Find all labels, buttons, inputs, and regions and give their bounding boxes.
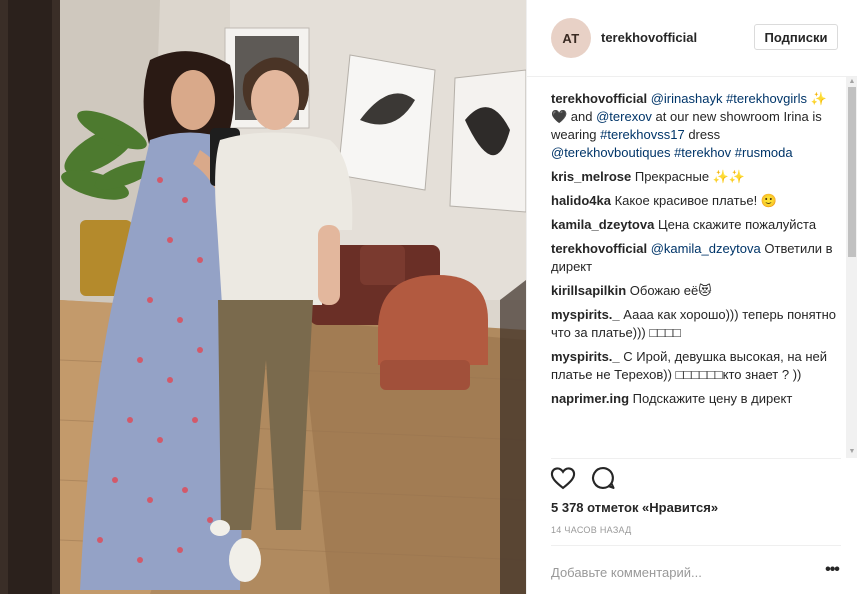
caption: terekhovofficial @irinashayk #terekhovgi… — [551, 90, 841, 162]
comment-text: Прекрасные ✨✨ — [634, 169, 746, 184]
caption-username[interactable]: terekhovofficial — [551, 91, 647, 106]
comment-item: myspirits._ Аааа как хорошо))) теперь по… — [551, 306, 841, 342]
add-comment-input[interactable]: Добавьте комментарий... — [551, 565, 702, 580]
post-photo[interactable] — [0, 0, 526, 594]
mention-link[interactable]: @terekhovboutiques — [551, 145, 670, 160]
mention-link[interactable]: @kamila_dzeytova — [651, 241, 761, 256]
comment-username[interactable]: kirillsapilkin — [551, 283, 626, 298]
scroll-down-icon[interactable]: ▼ — [848, 448, 856, 456]
comment-item: terekhovofficial @kamila_dzeytova Ответи… — [551, 240, 841, 276]
likes-count[interactable]: 5 378 отметок «Нравится» — [551, 500, 718, 515]
mention-link[interactable]: @terexov — [596, 109, 652, 124]
comment-username[interactable]: kamila_dzeytova — [551, 217, 654, 232]
caption-text: dress — [684, 127, 721, 142]
comment-icon[interactable] — [589, 464, 617, 492]
comment-item: halido4ka Какое красивое платье! 🙂 — [551, 192, 841, 210]
comment-username[interactable]: myspirits._ — [551, 307, 620, 322]
heart-icon[interactable] — [549, 464, 577, 492]
divider — [551, 458, 841, 459]
hashtag-link[interactable]: #rusmoda — [735, 145, 793, 160]
caption-text: and — [567, 109, 597, 124]
photo-scene — [0, 0, 526, 594]
comment-username[interactable]: terekhovofficial — [551, 241, 647, 256]
scroll-up-icon[interactable]: ▲ — [848, 78, 856, 86]
post-sidebar: AT terekhovofficial Подписки terekhovoff… — [526, 0, 857, 594]
comments-list[interactable]: terekhovofficial @irinashayk #terekhovgi… — [551, 90, 841, 458]
mention-link[interactable]: @irinashayk — [651, 91, 723, 106]
comment-username[interactable]: naprimer.ing — [551, 391, 629, 406]
comment-text: Подскажите цену в директ — [632, 391, 793, 406]
post-timestamp: 14 ЧАСОВ НАЗАД — [551, 525, 632, 535]
scroll-thumb[interactable] — [848, 87, 856, 257]
comment-text: Цена скажите пожалуйста — [657, 217, 817, 232]
divider — [551, 545, 841, 546]
comment-text: Какое красивое платье! 🙂 — [614, 193, 777, 208]
comment-username[interactable]: halido4ka — [551, 193, 611, 208]
comment-item: kris_melrose Прекрасные ✨✨ — [551, 168, 841, 186]
comment-item: kamila_dzeytova Цена скажите пожалуйста — [551, 216, 841, 234]
comment-text: Обожаю её😻 — [629, 283, 712, 298]
header-username[interactable]: terekhovofficial — [601, 30, 697, 45]
more-options-icon[interactable]: ••• — [823, 562, 841, 581]
comment-item: myspirits._ С Ирой, девушка высокая, на … — [551, 348, 841, 384]
comment-item: naprimer.ing Подскажите цену в директ — [551, 390, 841, 408]
comment-item: kirillsapilkin Обожаю её😻 — [551, 282, 841, 300]
hashtag-link[interactable]: #terekhovgirls — [726, 91, 807, 106]
following-button[interactable]: Подписки — [754, 24, 838, 50]
post-header: AT terekhovofficial Подписки — [527, 0, 857, 77]
avatar[interactable]: AT — [551, 18, 591, 58]
comment-username[interactable]: myspirits._ — [551, 349, 620, 364]
comment-username[interactable]: kris_melrose — [551, 169, 631, 184]
comments-scrollbar[interactable]: ▲ ▼ — [846, 77, 857, 458]
hashtag-link[interactable]: #terekhovss17 — [600, 127, 685, 142]
hashtag-link[interactable]: #terekhov — [674, 145, 731, 160]
